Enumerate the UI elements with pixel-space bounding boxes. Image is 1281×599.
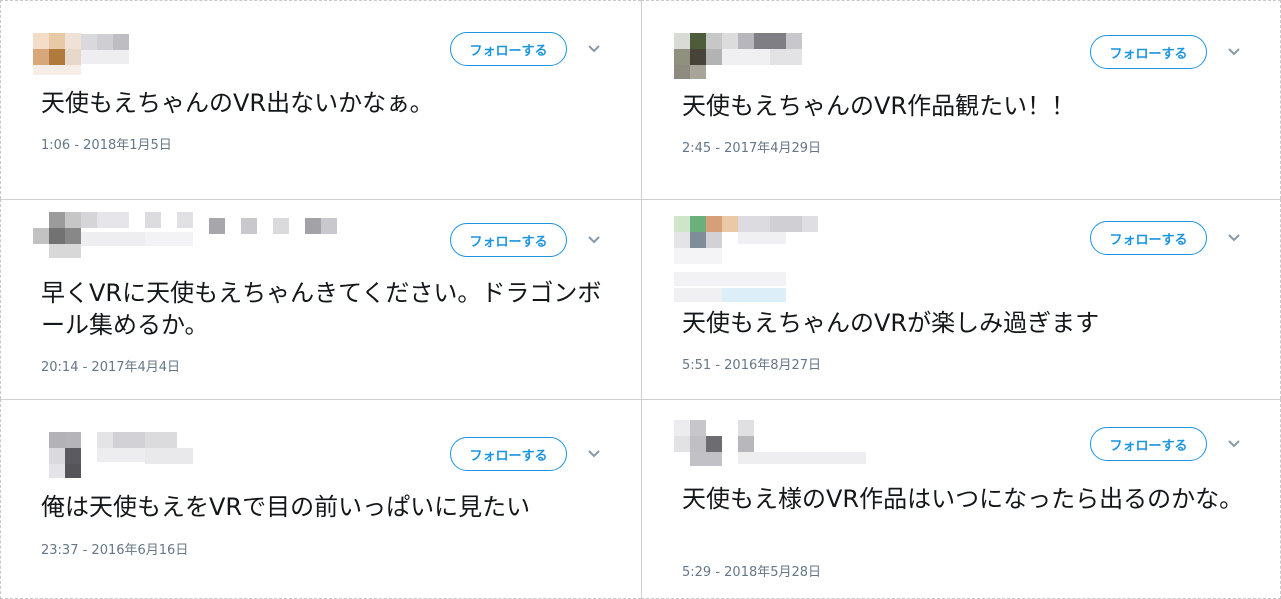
tweet-card: フォローする 俺は天使もえをVRで目の前いっぱいに見たい 23:37 - 201… [0,399,641,599]
avatar [674,420,738,468]
tweet-timestamp[interactable]: 1:06 - 2018年1月5日 [41,134,172,153]
chevron-down-icon[interactable] [1227,439,1241,449]
tweet-card: フォローする 天使もえちゃんのVR作品観たい！！ 2:45 - 2017年4月2… [641,0,1281,199]
tweet-grid: フォローする 天使もえちゃんのVR出ないかなぁ。 1:06 - 2018年1月5… [0,0,1281,599]
chevron-down-icon[interactable] [587,44,601,54]
tweet-card: フォローする 天使もえ様のVR作品はいつになったら出るのかな。 5:29 - 2… [641,399,1281,599]
tweet-timestamp[interactable]: 2:45 - 2017年4月29日 [682,137,821,156]
tweet-timestamp[interactable]: 20:14 - 2017年4月4日 [41,356,180,375]
tweet-timestamp[interactable]: 5:51 - 2016年8月27日 [682,354,821,373]
tweet-text: 天使もえちゃんのVR出ないかなぁ。 [41,89,434,117]
tweet-card: フォローする 天使もえちゃんのVR出ないかなぁ。 1:06 - 2018年1月5… [0,0,641,199]
tweet-text: 天使もえ様のVR作品はいつになったら出るのかな。 [682,485,1244,513]
avatar [674,216,738,264]
chevron-down-icon[interactable] [1227,233,1241,243]
tweet-timestamp[interactable]: 23:37 - 2016年6月16日 [41,539,188,558]
tweet-card: フォローする 早くVRに天使もえちゃんきてください。ドラゴンボール集めるか。 2… [0,199,641,399]
follow-button[interactable]: フォローする [1090,427,1207,461]
avatar [33,432,97,480]
tweet-text: 俺は天使もえをVRで目の前いっぱいに見たい [41,493,531,521]
follow-button[interactable]: フォローする [450,32,567,66]
tweet-text: 天使もえちゃんのVRが楽しみ過ぎます [682,309,1100,337]
follow-button[interactable]: フォローする [1090,35,1207,69]
chevron-down-icon[interactable] [587,449,601,459]
chevron-down-icon[interactable] [587,235,601,245]
follow-button[interactable]: フォローする [450,223,567,257]
tweet-timestamp[interactable]: 5:29 - 2018年5月28日 [682,561,821,580]
tweet-text: 天使もえちゃんのVR作品観たい！！ [682,92,1076,120]
tweet-card: フォローする 天使もえちゃんのVRが楽しみ過ぎます 5:51 - 2016年8月… [641,199,1281,399]
follow-button[interactable]: フォローする [1090,221,1207,255]
follow-button[interactable]: フォローする [450,437,567,471]
tweet-text: 早くVRに天使もえちゃんきてください。ドラゴンボール集めるか。 [41,279,602,339]
chevron-down-icon[interactable] [1227,47,1241,57]
